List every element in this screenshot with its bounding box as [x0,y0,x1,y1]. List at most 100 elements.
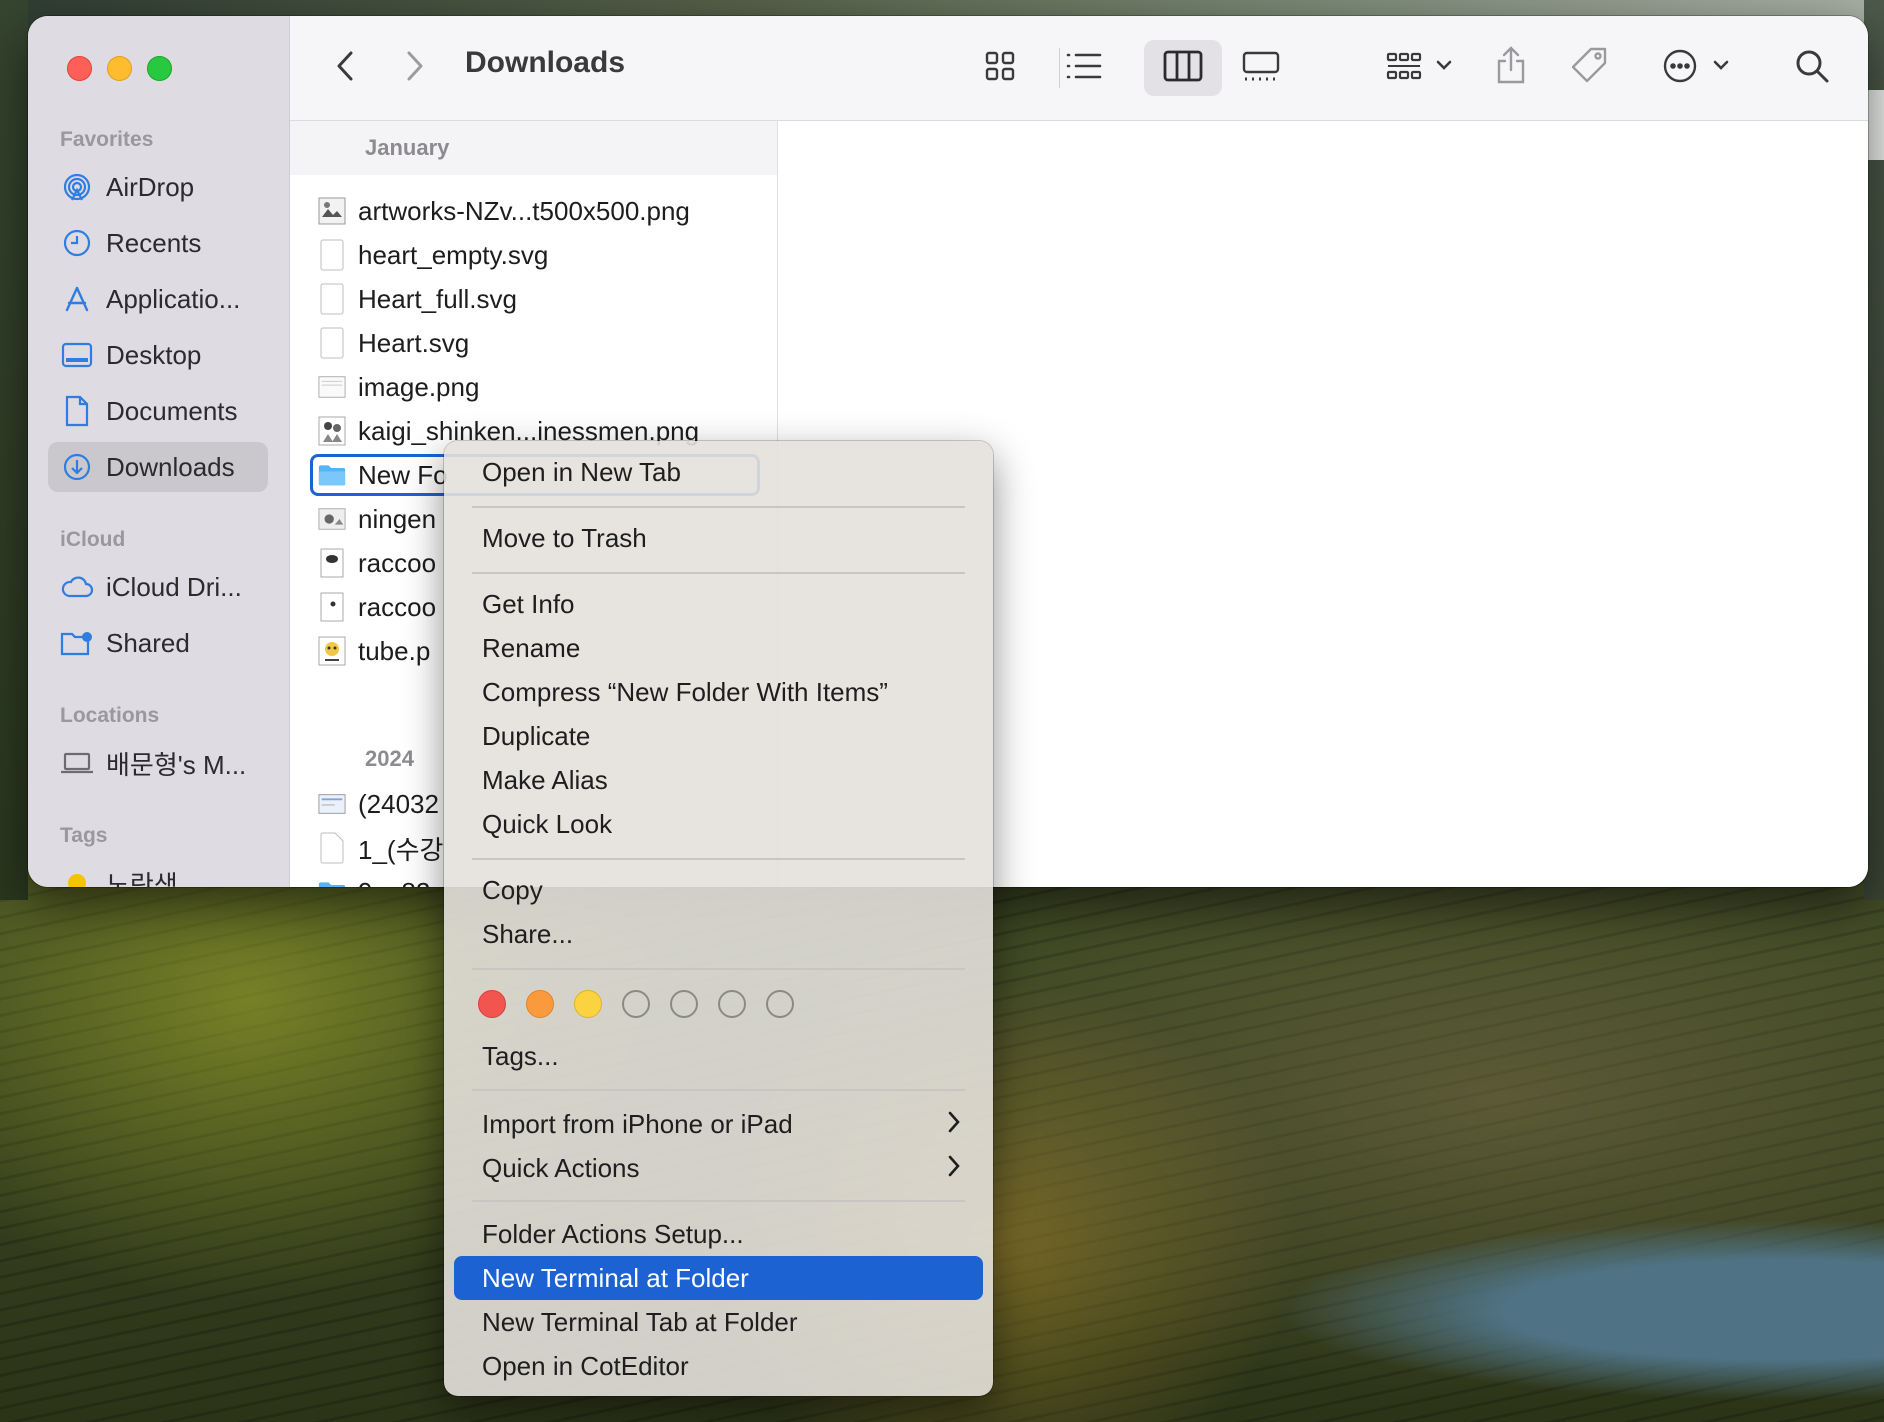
zoom-window-button[interactable] [147,56,172,81]
chevron-right-icon [947,1110,961,1141]
menu-item-folder-actions-setup[interactable]: Folder Actions Setup... [454,1212,983,1256]
sidebar-item-label: iCloud Dri... [106,571,242,602]
sidebar-item-desktop[interactable]: Desktop [48,330,268,380]
sidebar-item-icloud-drive[interactable]: iCloud Dri... [48,562,268,612]
list-item[interactable]: artworks-NZv...t500x500.png [310,190,760,232]
sidebar-item-label: Documents [106,395,238,426]
icon-view-button[interactable] [977,48,1023,88]
sidebar-item-label: 배문형's M... [106,749,247,780]
menu-item-rename[interactable]: Rename [454,626,983,670]
search-button[interactable] [1790,46,1834,90]
list-item[interactable]: heart_empty.svg [310,234,760,276]
group-by-icon [1385,50,1455,87]
image-thumbnail-icon [318,502,346,536]
sidebar-item-applications[interactable]: Applicatio... [48,274,268,324]
sidebar-item-macbook[interactable]: 배문형's M... [48,738,268,788]
applications-icon [60,282,94,316]
tag-button[interactable] [1566,44,1612,90]
menu-item-open-in-coteditor[interactable]: Open in CotEditor [454,1344,983,1388]
tag-color-gray-button[interactable] [766,990,794,1018]
file-name: (24032 [358,788,439,819]
share-button[interactable] [1488,42,1534,92]
tag-color-red-button[interactable] [478,990,506,1018]
sidebar-item-label: Shared [106,627,190,658]
menu-item-tags[interactable]: Tags... [454,1034,983,1078]
tag-color-green-button[interactable] [622,990,650,1018]
file-name: ningen [358,503,437,534]
menu-item-new-terminal-tab-at-folder[interactable]: New Terminal Tab at Folder [454,1300,983,1344]
window-title: Downloads [465,46,626,79]
menu-separator [472,572,965,574]
file-name: New Fo [358,459,448,490]
blank-file-icon [318,238,346,272]
more-actions-button[interactable] [1657,46,1737,90]
menu-separator [472,858,965,860]
tag-dot-icon [60,866,94,887]
list-item[interactable]: image.png [310,366,760,408]
list-view-icon [1064,51,1102,86]
ellipsis-circle-icon [1662,48,1732,89]
column-view-button[interactable] [1144,40,1222,96]
sidebar-header-favorites: Favorites [60,128,154,151]
sidebar-header-tags: Tags [60,824,108,847]
sidebar-header-locations: Locations [60,704,160,727]
column-view-icon [1163,50,1203,87]
tag-color-orange-button[interactable] [526,990,554,1018]
blank-file-icon [318,831,346,865]
back-button[interactable] [325,48,365,88]
group-header-january: January [290,121,777,175]
image-thumbnail-icon [318,546,346,580]
menu-item-new-terminal-at-folder[interactable]: New Terminal at Folder [454,1256,983,1300]
file-name: Heart_full.svg [358,283,517,314]
background-window-edge[interactable] [1866,90,1884,160]
menu-item-quick-actions[interactable]: Quick Actions [454,1146,983,1190]
file-name: image.png [358,371,480,402]
menu-item-get-info[interactable]: Get Info [454,582,983,626]
clock-icon [60,226,94,260]
sidebar-item-label: 노란색 [106,869,178,888]
sidebar-header-icloud: iCloud [60,528,126,551]
image-thumbnail-icon [318,194,346,228]
chevron-left-icon [335,50,355,87]
blank-file-icon [318,282,346,316]
sidebar-item-recents[interactable]: Recents [48,218,268,268]
minimize-window-button[interactable] [107,56,132,81]
sidebar-item-shared[interactable]: Shared [48,618,268,668]
menu-separator [472,1200,965,1202]
menu-item-import-from-iphone[interactable]: Import from iPhone or iPad [454,1102,983,1146]
list-view-button[interactable] [1058,48,1108,88]
chevron-right-icon [947,1154,961,1185]
airdrop-icon [60,170,94,204]
tag-color-blue-button[interactable] [670,990,698,1018]
file-name: 9aa82 [358,877,430,888]
forward-button[interactable] [395,48,435,88]
gallery-view-button[interactable] [1238,48,1284,88]
desktop-icon [60,338,94,372]
menu-item-copy[interactable]: Copy [454,868,983,912]
menu-item-quick-look[interactable]: Quick Look [454,802,983,846]
tag-color-purple-button[interactable] [718,990,746,1018]
share-icon [1495,45,1527,90]
wallpaper-trees-left [0,0,28,900]
menu-item-move-to-trash[interactable]: Move to Trash [454,516,983,560]
menu-item-make-alias[interactable]: Make Alias [454,758,983,802]
file-name: raccoo [358,591,437,622]
tag-color-yellow-button[interactable] [574,990,602,1018]
file-name: artworks-NZv...t500x500.png [358,195,690,226]
menu-item-share[interactable]: Share... [454,912,983,956]
sidebar-item-downloads[interactable]: Downloads [48,442,268,492]
image-thumbnail-icon [318,590,346,624]
list-item[interactable]: Heart_full.svg [310,278,760,320]
close-window-button[interactable] [67,56,92,81]
sidebar-item-airdrop[interactable]: AirDrop [48,162,268,212]
menu-separator [472,968,965,970]
sidebar-item-documents[interactable]: Documents [48,386,268,436]
group-by-button[interactable] [1380,48,1460,88]
list-item[interactable]: Heart.svg [310,322,760,364]
menu-item-duplicate[interactable]: Duplicate [454,714,983,758]
menu-item-open-in-new-tab[interactable]: Open in New Tab [454,450,983,494]
sidebar-item-tag-yellow[interactable]: 노란색 [48,858,268,887]
file-name: 1_(수강 [358,834,444,865]
toolbar: Downloads [290,16,1868,121]
menu-item-compress[interactable]: Compress “New Folder With Items” [454,670,983,714]
